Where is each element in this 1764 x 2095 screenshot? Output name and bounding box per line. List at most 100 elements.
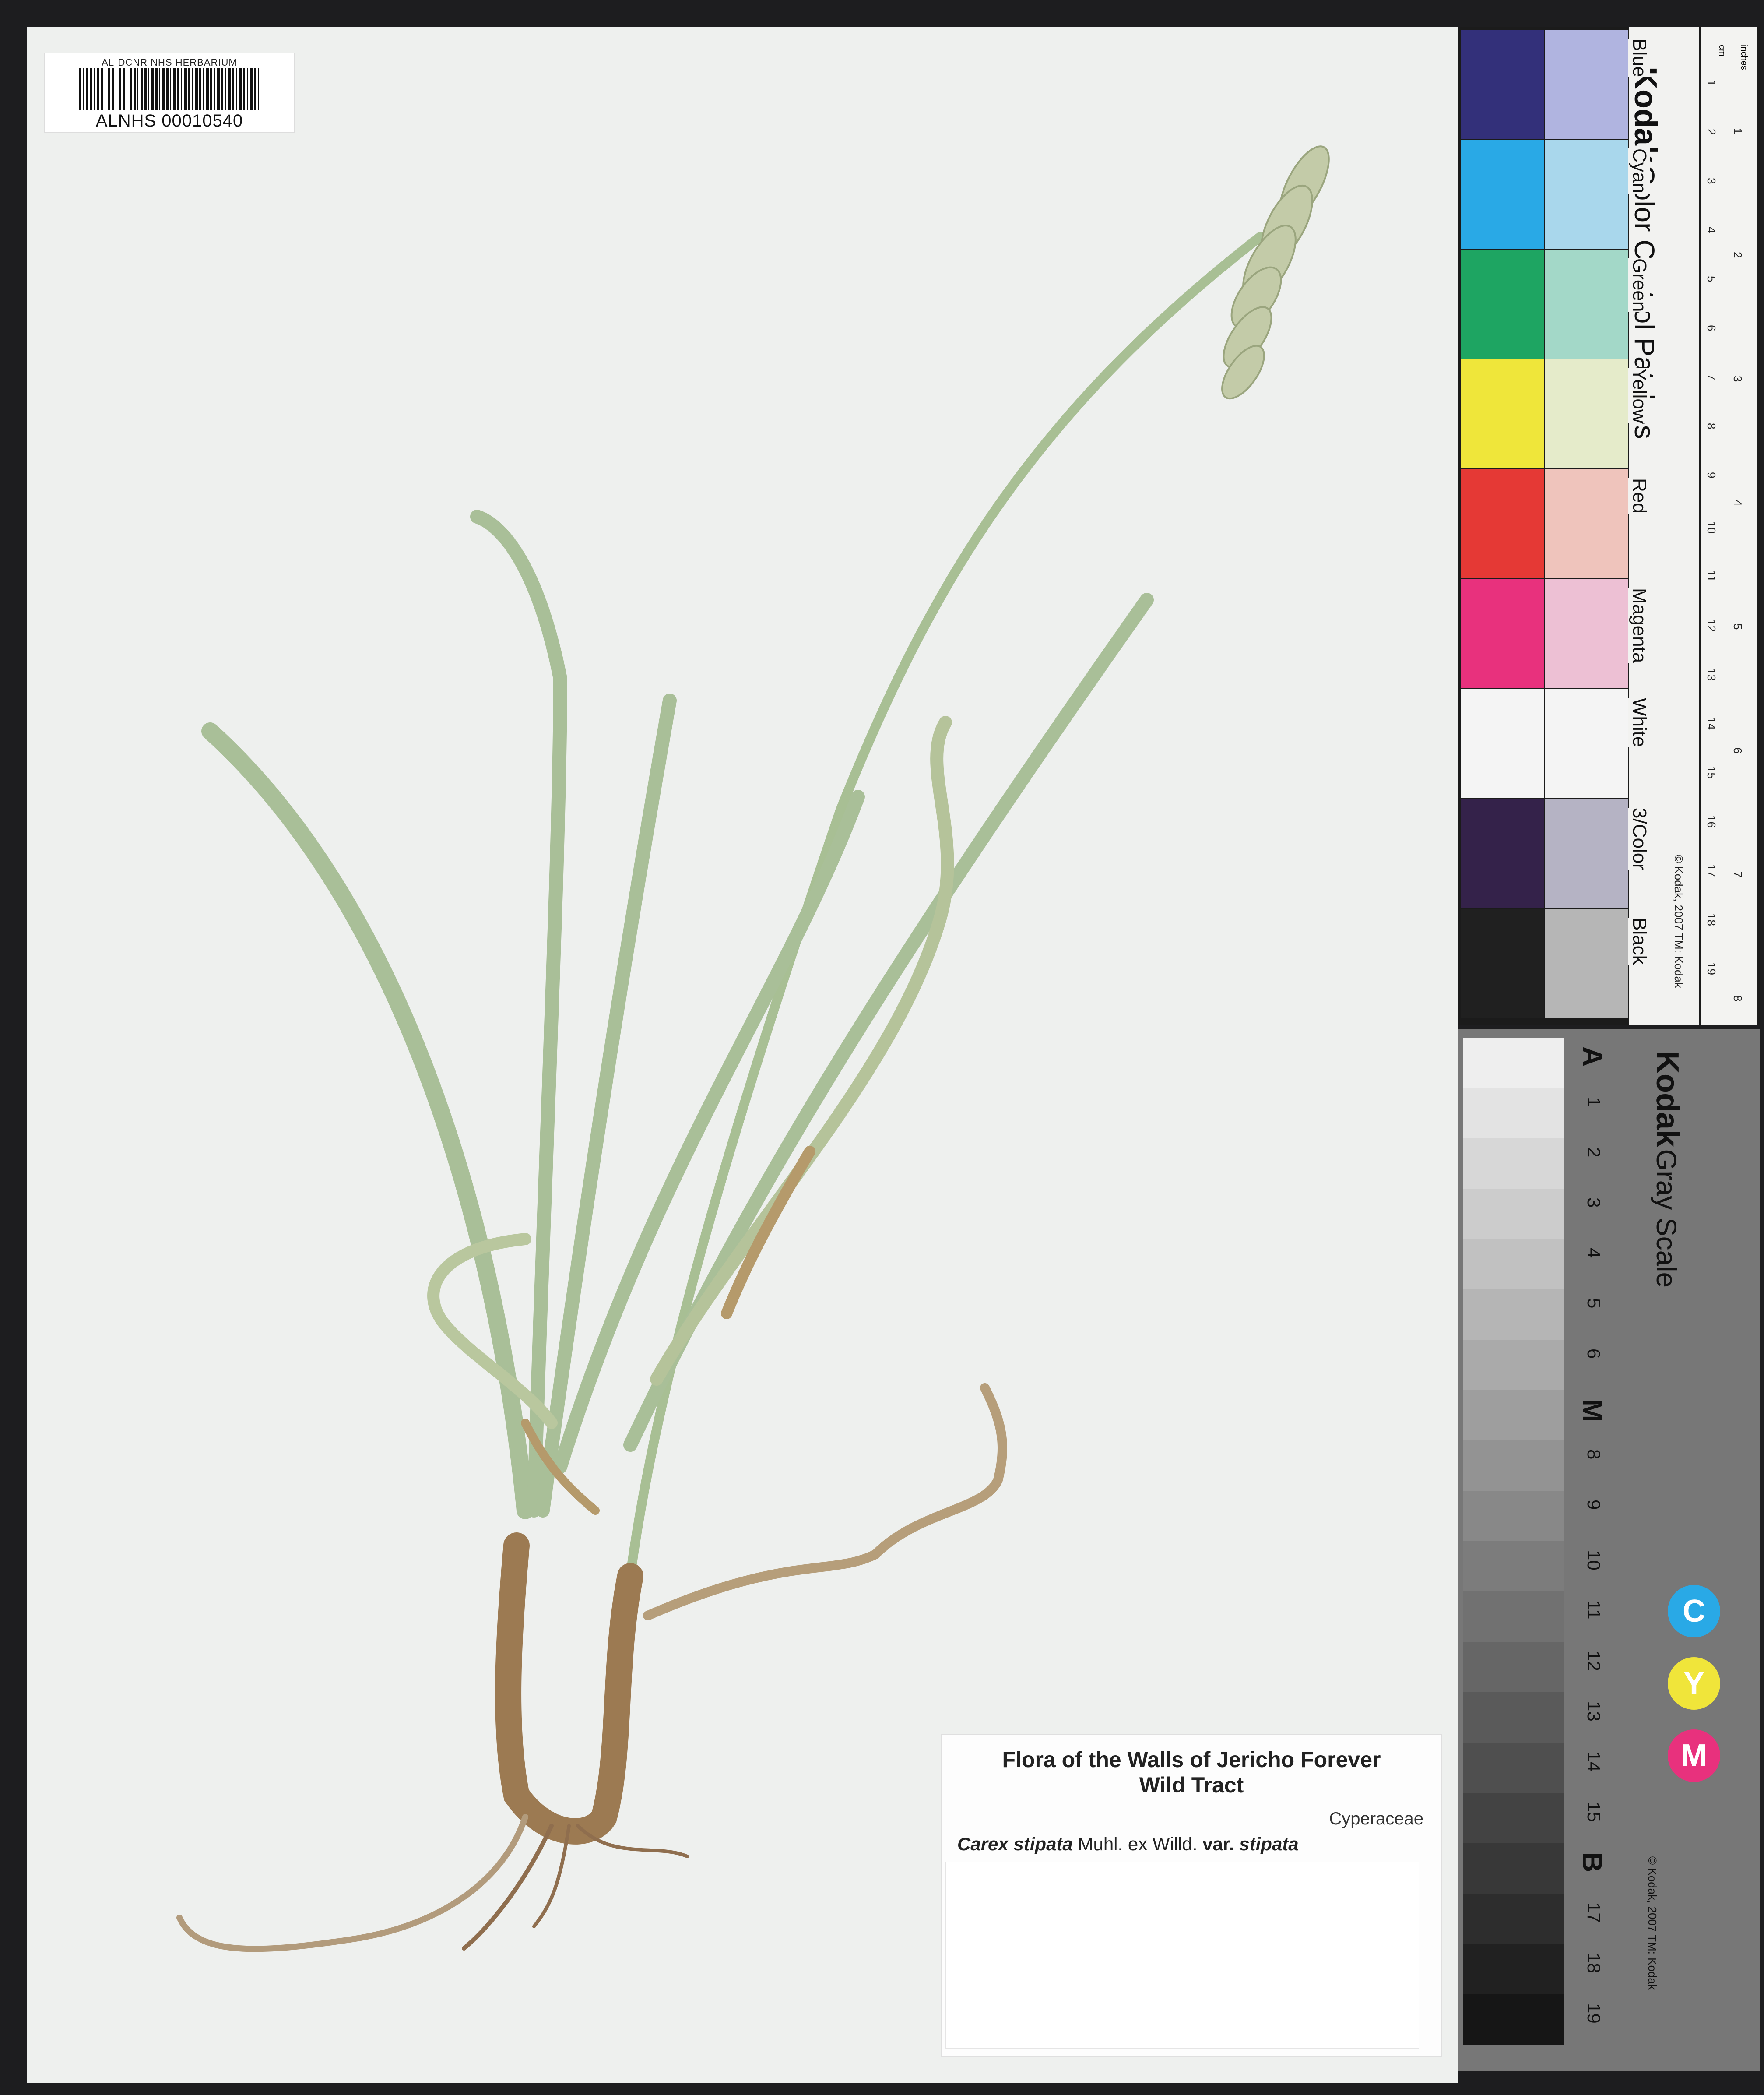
- gray-card-title: Gray Scale: [1651, 1149, 1682, 1288]
- patch-label: Magenta: [1628, 588, 1650, 663]
- color-patch-dark: [1461, 579, 1544, 688]
- gray-step: [1463, 1390, 1564, 1440]
- color-patch-light: [1545, 799, 1628, 908]
- gray-step: [1463, 1289, 1564, 1340]
- color-patch-light: [1545, 250, 1628, 359]
- gray-step: [1463, 1793, 1564, 1843]
- gray-step-label: 19: [1584, 2003, 1604, 2024]
- gray-step-label: A: [1577, 1046, 1608, 1067]
- gray-step: [1463, 1038, 1564, 1088]
- ruler-cm-label: 9: [1705, 472, 1718, 479]
- ruler: cm inches 1 2 3 4 5 6 7 8 9 10 11 12 13 14 15 16 17 18 19 …: [1701, 27, 1757, 1025]
- ruler-inch-label: 6: [1731, 747, 1744, 754]
- ruler-cm-label: 16: [1705, 815, 1718, 828]
- gray-step: [1463, 1994, 1564, 2045]
- color-patch-light: [1545, 359, 1628, 468]
- inflorescence: [1221, 145, 1330, 400]
- color-patch-dark: [1461, 359, 1544, 468]
- ruler-inch-label: 3: [1731, 376, 1744, 382]
- ruler-cm-label: 7: [1705, 374, 1718, 380]
- color-card-copyright: © Kodak, 2007 TM: Kodak: [1672, 855, 1685, 988]
- ruler-cm-label: 18: [1705, 913, 1718, 926]
- label-title-line1: Flora of the Walls of Jericho Forever: [1002, 1747, 1381, 1772]
- ruler-cm-label: 11: [1705, 570, 1718, 582]
- label-family: Cyperaceae: [1329, 1809, 1423, 1828]
- gray-step: [1463, 1239, 1564, 1289]
- gray-step: [1463, 1642, 1564, 1692]
- gray-step-label: 13: [1584, 1701, 1604, 1722]
- gray-step: [1463, 1340, 1564, 1390]
- color-patch-light: [1545, 579, 1628, 688]
- patch-label: Black: [1628, 918, 1650, 965]
- ruler-cm-label: 13: [1705, 668, 1718, 681]
- gray-step: [1463, 1088, 1564, 1138]
- ruler-cm-label: 2: [1705, 129, 1718, 135]
- cym-dot: C: [1668, 1585, 1720, 1637]
- gray-step: [1463, 1692, 1564, 1743]
- ruler-cm-label: 14: [1705, 717, 1718, 730]
- patch-label: Red: [1628, 478, 1650, 514]
- gray-step-label: 4: [1584, 1248, 1604, 1258]
- label-scientific-name: Carex stipata Muhl. ex Willd. var. stipa…: [957, 1834, 1299, 1855]
- gray-step-label: 1: [1584, 1097, 1604, 1107]
- patch-label: White: [1628, 698, 1650, 747]
- color-patch-dark: [1461, 469, 1544, 578]
- ruler-cm-label: 17: [1705, 864, 1718, 877]
- gray-step: [1463, 1894, 1564, 1944]
- patch-label: Blue: [1628, 39, 1650, 77]
- ruler-cm-label: 1: [1705, 80, 1718, 86]
- color-patch-light: [1545, 140, 1628, 249]
- genus-species: Carex stipata: [957, 1834, 1073, 1854]
- infraspecific-name: stipata: [1239, 1834, 1299, 1854]
- cym-dot: M: [1668, 1729, 1720, 1782]
- color-patch-dark: [1461, 250, 1544, 359]
- barcode-bars: [79, 68, 260, 110]
- color-patch-light: [1545, 689, 1628, 798]
- gray-step-label: 15: [1584, 1802, 1604, 1822]
- leaf: [201, 722, 534, 1519]
- authority: Muhl. ex Willd.: [1078, 1834, 1198, 1854]
- dry-leaf: [643, 1383, 1007, 1620]
- gray-step-label: 8: [1584, 1449, 1604, 1460]
- gray-step-label: M: [1577, 1399, 1608, 1422]
- gray-step-label: 6: [1584, 1349, 1604, 1359]
- color-patch-dark: [1461, 799, 1544, 908]
- ruler-cm-label: 12: [1705, 619, 1718, 632]
- gray-step: [1463, 1944, 1564, 1994]
- collection-label: Flora of the Walls of Jericho Forever Wi…: [941, 1734, 1442, 2057]
- leaf: [650, 716, 954, 1386]
- gray-step: [1463, 1138, 1564, 1189]
- gray-step: [1463, 1189, 1564, 1239]
- color-patch-dark: [1461, 689, 1544, 798]
- barcode-institution: AL-DCNR NHS HERBARIUM: [102, 57, 237, 68]
- ruler-unit-cm: cm: [1717, 45, 1727, 56]
- ruler-inch-label: 4: [1731, 500, 1744, 506]
- label-redacted-area: [945, 1862, 1419, 2049]
- ruler-inch-label: 7: [1731, 871, 1744, 878]
- ruler-cm-label: 5: [1705, 276, 1718, 282]
- ruler-inch-label: 1: [1731, 128, 1744, 134]
- ruler-cm-label: 19: [1705, 962, 1718, 975]
- gray-step: [1463, 1843, 1564, 1894]
- gray-step: [1463, 1440, 1564, 1491]
- gray-step: [1463, 1491, 1564, 1541]
- patch-label: Cyan: [1628, 148, 1650, 194]
- patch-label: Yellow: [1628, 368, 1650, 423]
- gray-step-label: 12: [1584, 1651, 1604, 1671]
- gray-card-heading: Kodak Gray Scale: [1649, 1051, 1685, 1288]
- gray-step-label: 9: [1584, 1500, 1604, 1510]
- color-patch-light: [1545, 909, 1628, 1018]
- label-title-line2: Wild Tract: [1139, 1773, 1244, 1797]
- ruler-inch-label: 2: [1731, 252, 1744, 258]
- ruler-cm-label: 10: [1705, 521, 1718, 534]
- color-patch-light: [1545, 30, 1628, 139]
- gray-step-label: 3: [1584, 1197, 1604, 1208]
- gray-step-label: 14: [1584, 1751, 1604, 1772]
- root: [176, 1814, 528, 1952]
- ruler-unit-in: inches: [1739, 45, 1749, 70]
- gray-step-label: 18: [1584, 1953, 1604, 1973]
- patch-label: 3/Color: [1628, 808, 1650, 870]
- patch-label: Green: [1628, 258, 1650, 312]
- color-patch-dark: [1461, 30, 1544, 139]
- rhizome-base: [495, 1532, 643, 1845]
